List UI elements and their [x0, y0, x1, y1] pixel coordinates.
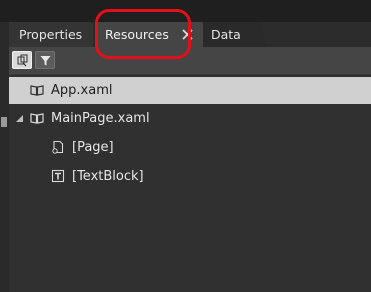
tree-item-app-xaml[interactable]: App.xaml — [9, 77, 371, 104]
filter-icon — [40, 56, 51, 66]
resources-toolbar — [9, 47, 371, 75]
tab-data-label: Data — [211, 27, 241, 42]
tab-properties[interactable]: Properties — [9, 22, 93, 47]
close-icon[interactable] — [182, 29, 193, 40]
tab-data[interactable]: Data — [201, 22, 267, 47]
tree-item-mainpage-xaml[interactable]: MainPage.xaml — [9, 105, 371, 132]
page-element-icon — [52, 140, 64, 154]
tree-item-textblock[interactable]: [TextBlock] — [9, 163, 371, 190]
panel-tabstrip: Properties Data Resources — [9, 22, 371, 47]
textblock-icon — [51, 169, 65, 183]
tab-properties-label: Properties — [19, 27, 83, 42]
tree-item-label: MainPage.xaml — [51, 111, 150, 126]
resources-tree: App.xaml MainPage.xaml [Page] [TextBlock… — [9, 75, 371, 292]
tree-item-label: [Page] — [72, 140, 114, 155]
panel-top-strip — [0, 0, 371, 22]
gutter-handle[interactable] — [1, 117, 7, 127]
filter-button[interactable] — [35, 51, 55, 69]
tab-resources-label: Resources — [105, 27, 169, 42]
scope-toggle-button[interactable] — [12, 51, 32, 69]
tree-item-label: [TextBlock] — [72, 169, 144, 184]
tree-item-page[interactable]: [Page] — [9, 134, 371, 161]
resources-panel-window: Properties Data Resources App.xaml MainP… — [0, 0, 371, 292]
open-book-icon — [30, 113, 44, 124]
scope-toggle-icon — [17, 54, 28, 67]
expanded-triangle-icon[interactable] — [15, 114, 24, 123]
tab-resources[interactable]: Resources — [95, 22, 203, 47]
tree-item-label: App.xaml — [51, 83, 113, 98]
open-book-icon — [30, 85, 44, 96]
